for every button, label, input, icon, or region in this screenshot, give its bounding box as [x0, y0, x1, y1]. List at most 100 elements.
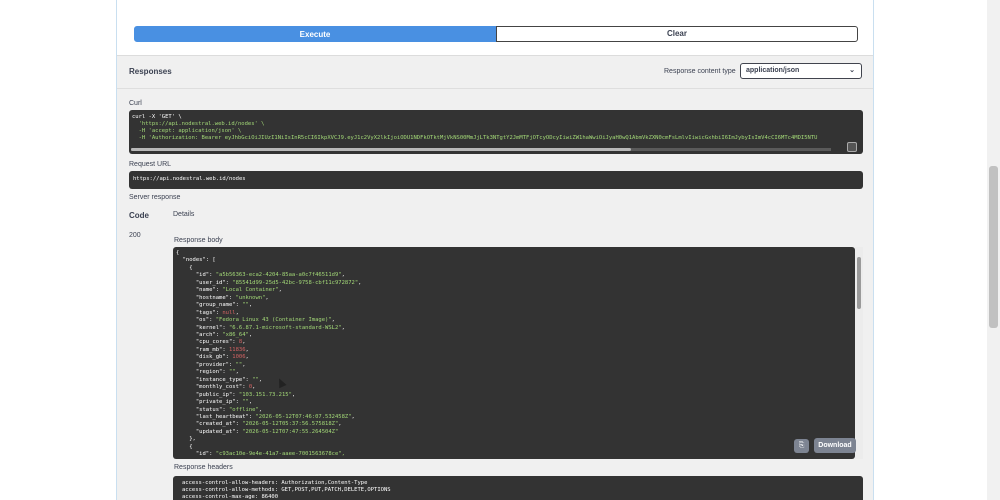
json-key: "name": — [176, 287, 223, 294]
copy-curl-icon[interactable] — [847, 142, 857, 152]
json-token: , — [242, 361, 246, 368]
json-value: "c93ac10e-9e4e-41a7-aaee-7001563678ce", — [215, 451, 345, 458]
json-value: "unknown" — [235, 294, 266, 301]
json-key: "id": — [176, 451, 216, 458]
json-field: "id": "a5b56363-eca2-4204-85aa-a0c7f4651… — [176, 272, 361, 279]
json-field: "hostname": "unknown", — [176, 295, 361, 302]
response-body-scrollbar-thumb[interactable] — [857, 257, 861, 309]
json-value: "Local Container" — [222, 287, 279, 294]
json-field: "region": "", — [176, 369, 361, 376]
json-field: "ram_mb": 11836, — [176, 347, 361, 354]
json-key: "cpu_cores": — [176, 339, 239, 346]
json-value: "a5b56363-eca2-4204-85aa-a0c7f46511d9" — [215, 272, 342, 279]
json-key: "id": — [176, 272, 216, 279]
json-token: , — [258, 376, 263, 383]
json-value: "" — [252, 376, 259, 383]
json-token: { — [176, 443, 193, 450]
json-value: "103.151.73.215" — [238, 391, 292, 398]
json-field: "last_heartbeat": "2026-05-12T07:46:07.5… — [176, 414, 361, 421]
json-value: "" — [228, 369, 236, 376]
response-headers-label: Response headers — [174, 464, 233, 471]
json-field: "os": "Fedora Linux 43 (Container Image)… — [176, 317, 361, 324]
download-button[interactable]: Download — [814, 438, 856, 453]
json-token: , — [248, 331, 253, 338]
json-key: "monthly_cost": — [176, 384, 249, 391]
curl-label: Curl — [129, 100, 142, 107]
clear-button[interactable]: Clear — [496, 26, 858, 42]
response-content-type-value: application/json — [746, 67, 800, 74]
json-key: "instance_type": — [176, 376, 253, 383]
json-line: }, — [176, 436, 361, 443]
json-token: , — [242, 339, 246, 346]
json-token: }, — [176, 436, 196, 443]
json-value: "" — [242, 399, 249, 406]
json-line: { — [176, 250, 361, 257]
json-key: "provider": — [176, 361, 236, 368]
json-value: "2026-05-12T07:47:55.264504Z" — [242, 428, 339, 435]
json-token: "nodes": [ — [176, 257, 216, 264]
json-key: "last_heartbeat": — [176, 413, 256, 420]
json-token: , — [248, 302, 253, 309]
curl-scrollbar-thumb[interactable] — [131, 148, 631, 151]
curl-line: -H 'Authorization: Bearer eyJhbGciOiJIUz… — [132, 135, 818, 141]
swagger-operation-panel: Execute Clear Responses Response content… — [116, 0, 874, 500]
json-key: "hostname": — [176, 294, 236, 301]
json-token: , — [278, 287, 282, 294]
json-token: , — [331, 317, 335, 324]
json-key: "region": — [176, 369, 229, 376]
curl-auth-prefix: -H 'Authorization: Bearer — [132, 135, 225, 141]
json-token: , — [235, 369, 239, 376]
json-field: "monthly_cost": 0, — [176, 384, 361, 391]
json-value: 1006 — [232, 354, 246, 361]
request-url-label: Request URL — [129, 161, 172, 168]
json-field: "tags": null, — [176, 310, 361, 317]
response-content-type-select[interactable]: application/json ⌄ — [740, 63, 862, 79]
json-key: "user_id": — [176, 279, 233, 286]
json-token: , — [338, 421, 342, 428]
details-column-header: Details — [173, 211, 195, 218]
json-field: "arch": "x86_64", — [176, 332, 361, 339]
json-key: "ram_mb": — [176, 346, 229, 353]
json-field: "updated_at": "2026-05-12T07:47:55.26450… — [176, 429, 361, 436]
json-key: "tags": — [176, 309, 223, 316]
json-token: , — [351, 413, 355, 420]
json-key: "status": — [176, 406, 229, 413]
curl-line: 'https://api.nodestral.web.id/nodes' \ — [132, 121, 265, 127]
responses-heading: Responses — [129, 67, 172, 76]
chevron-down-icon: ⌄ — [849, 67, 855, 74]
json-token: , — [245, 346, 249, 353]
json-value: "Fedora Linux 43 (Container Image)" — [215, 317, 332, 324]
json-field: "disk_gb": 1006, — [176, 354, 361, 361]
json-value: "85541d99-25d5-42bc-9758-cbf11c972872" — [232, 279, 359, 286]
json-value: "2026-05-12T07:46:07.532458Z" — [255, 413, 352, 420]
code-column-header: Code — [129, 211, 149, 220]
json-field: "provider": "", — [176, 362, 361, 369]
json-field: "instance_type": "", — [176, 377, 361, 384]
json-key: "public_ip": — [176, 391, 239, 398]
json-token: , — [291, 391, 296, 398]
response-headers: access-control-allow-headers: Authorizat… — [173, 476, 863, 500]
json-value: "offline" — [228, 406, 259, 413]
json-token: , — [341, 324, 345, 331]
json-token: { — [176, 264, 193, 271]
json-token: , — [341, 272, 345, 279]
execute-button[interactable]: Execute — [134, 26, 496, 42]
json-field: "id": "c93ac10e-9e4e-41a7-aaee-700156367… — [176, 451, 361, 458]
json-value: "2026-05-12T05:37:56.575818Z" — [242, 421, 339, 428]
response-code: 200 — [129, 232, 141, 239]
response-header-line: access-control-allow-headers: Authorizat… — [182, 480, 368, 486]
json-line: { — [176, 265, 361, 272]
json-token: , — [248, 399, 253, 406]
response-body[interactable]: { "nodes": [ { "id": "a5b56363-eca2-4204… — [173, 247, 855, 459]
copy-response-icon[interactable]: ⎘ — [794, 439, 809, 453]
json-field: "name": "Local Container", — [176, 287, 361, 294]
curl-auth-token: eyJhbGciOiJIUzI1NiIsInR5cCI6IkpXVCJ9.eyJ… — [224, 135, 818, 141]
page-scrollbar-thumb[interactable] — [989, 166, 998, 328]
json-value: 11836 — [228, 346, 246, 353]
json-token: , — [235, 309, 239, 316]
response-body-label: Response body — [174, 237, 223, 244]
json-field: "group_name": "", — [176, 302, 361, 309]
json-field: "kernel": "6.6.87.1-microsoft-standard-W… — [176, 325, 361, 332]
response-body-json: { "nodes": [ { "id": "a5b56363-eca2-4204… — [176, 250, 361, 459]
json-key: "updated_at": — [176, 428, 243, 435]
